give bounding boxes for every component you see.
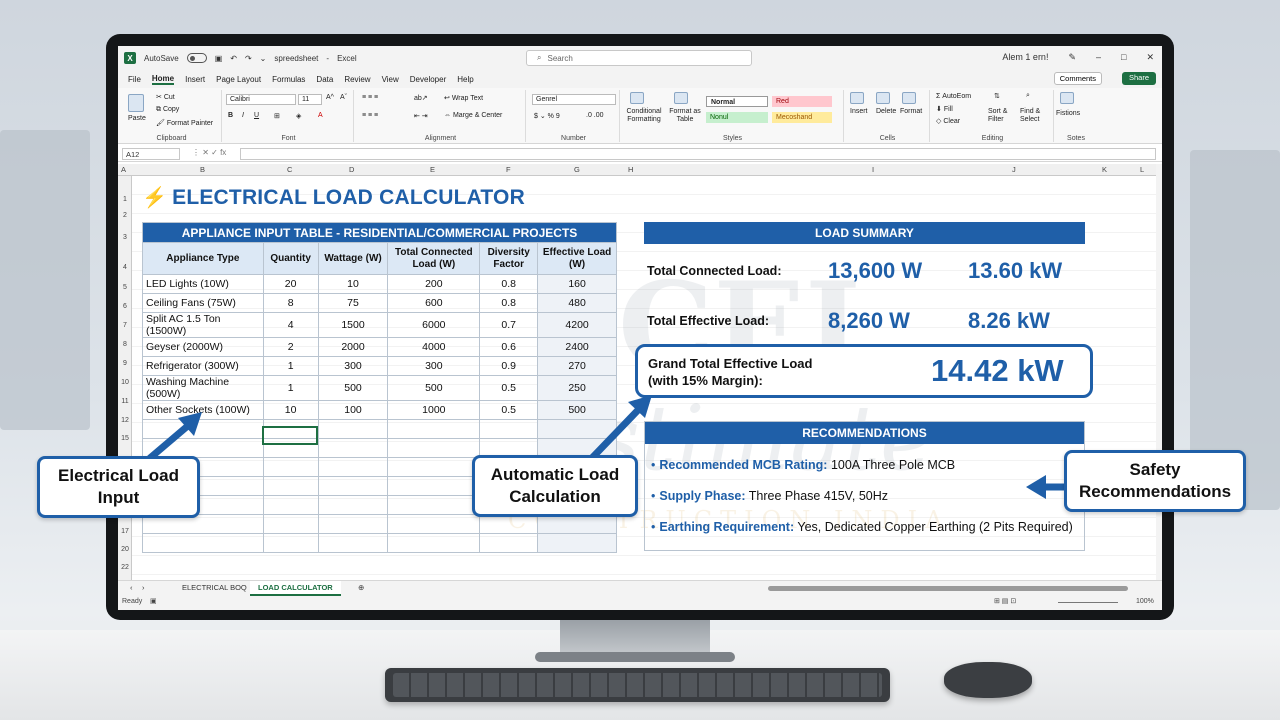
callout-arrows [146, 395, 1072, 499]
callout-automatic-load-calculation: Automatic Load Calculation [472, 455, 638, 517]
callout-safety-recommendations: Safety Recommendations [1064, 450, 1246, 512]
callout-electrical-load-input: Electrical Load Input [37, 456, 200, 518]
arrow-calc-icon [586, 395, 652, 464]
arrow-input-icon [146, 412, 202, 462]
arrow-safety-icon [1026, 475, 1072, 499]
